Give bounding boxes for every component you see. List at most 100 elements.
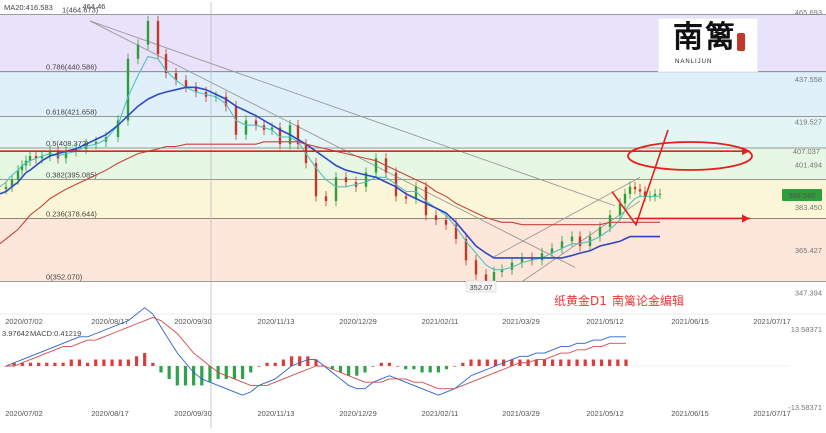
macd-x-tick-label-7: 2021/05/12 [586, 409, 624, 418]
trough-label: 352.07 [470, 283, 493, 292]
candle-body-3 [16, 170, 20, 180]
macd-hist-bar-55 [453, 366, 457, 367]
candle-body-49 [434, 215, 438, 220]
candle-body-66 [598, 227, 602, 237]
macd-hist-bar-62 [510, 359, 514, 366]
x-tick-label-8: 2021/06/15 [671, 317, 709, 326]
macd-hist-bar-19 [159, 366, 163, 373]
macd-hist-bar-30 [249, 366, 253, 373]
candle-body-50 [444, 219, 448, 225]
brand-logo: 南 篱 NANLIJUN [658, 18, 758, 72]
macd-hist-bar-16 [134, 356, 139, 366]
macd-hist-bar-46 [379, 362, 383, 366]
candle-body-30 [254, 120, 258, 126]
x-tick-label-4: 2020/12/29 [339, 317, 377, 326]
macd-hist-bar-52 [428, 366, 432, 373]
macd-x-tick-label-9: 2021/07/17 [753, 409, 791, 418]
macd-hist-bar-35 [289, 356, 294, 366]
macd-x-tick-label-2: 2020/09/30 [174, 409, 212, 418]
y-tick-label-2: 419.527 [795, 118, 822, 127]
macd-hist-bar-76 [624, 359, 628, 366]
macd-hist-bar-53 [436, 366, 440, 373]
macd-hist-bar-6 [53, 362, 57, 366]
macd-hist-bar-10 [85, 362, 90, 366]
macd-hist-bar-43 [355, 366, 359, 376]
mark-level-label: 407.037 [793, 147, 820, 156]
macd-x-tick-label-0: 2020/07/02 [5, 409, 43, 418]
macd-hist-bar-45 [371, 366, 375, 367]
fib-label-2: 0.618(421.658) [46, 108, 97, 117]
candle-body-63 [570, 236, 574, 242]
y-tick-label-0: 465.693 [795, 8, 822, 17]
y-tick-label-6: 347.394 [795, 288, 822, 297]
y-tick-label-5: 365.427 [795, 246, 822, 255]
candle-body-19 [146, 20, 150, 45]
macd-hist-bar-20 [167, 366, 171, 379]
macd-hist-bar-32 [265, 362, 269, 366]
logo-seal-icon [737, 33, 745, 51]
x-tick-label-7: 2021/05/12 [586, 317, 624, 326]
y-tick-label-3: 401.494 [795, 160, 822, 169]
macd-hist-bar-29 [240, 366, 245, 379]
candle-body-68 [618, 203, 622, 216]
macd-x-tick-label-3: 2020/11/13 [258, 409, 295, 418]
candle-body-71 [633, 186, 637, 190]
candle-body-53 [474, 260, 478, 275]
macd-hist-bar-58 [477, 359, 481, 366]
macd-hist-bar-57 [469, 359, 473, 366]
macd-hist-bar-7 [61, 362, 65, 366]
candle-body-18 [136, 44, 140, 59]
macd-dea-line [6, 316, 626, 390]
macd-hist-bar-28 [232, 366, 237, 379]
macd-hist-bar-31 [257, 366, 261, 367]
candle-body-55 [492, 272, 496, 282]
macd-hist-bar-13 [110, 359, 114, 366]
macd-hist-bar-5 [45, 362, 49, 366]
last-price-label: 388.560 [788, 191, 815, 200]
macd-hist-bar-73 [599, 359, 604, 366]
macd-hist-bar-44 [363, 366, 367, 373]
candle-body-64 [578, 236, 582, 247]
candle-body-57 [510, 262, 514, 270]
logo-subtitle: NANLIJUN [675, 59, 713, 65]
macd-hist-bar-41 [338, 366, 343, 373]
macd-x-tick-label-8: 2021/06/15 [671, 409, 709, 418]
macd-hist-bar-71 [583, 359, 587, 366]
macd-hist-bar-51 [420, 366, 424, 373]
macd-hist-bar-3 [28, 362, 33, 366]
macd-hist-bar-22 [183, 366, 188, 386]
candle-body-54 [484, 274, 488, 282]
candle-body-1 [4, 186, 8, 190]
logo-glyph-1: 南 [673, 20, 703, 55]
candle-body-39 [334, 177, 338, 202]
macd-hist-bar-11 [94, 359, 98, 366]
macd-hist-bar-70 [575, 359, 579, 366]
macd-hist-bar-66 [542, 359, 547, 366]
candle-body-38 [324, 196, 328, 202]
candle-body-69 [623, 193, 627, 204]
fib-band-2 [0, 116, 826, 149]
macd-hist-bar-12 [102, 359, 106, 366]
candle-body-29 [244, 120, 248, 135]
macd-hist-bar-37 [306, 356, 310, 366]
y-tick-label-4: 383.450 [795, 203, 822, 212]
macd-hist-bar-21 [175, 366, 179, 386]
macd-hist-bar-47 [387, 362, 392, 366]
macd-hist-bar-14 [118, 359, 122, 366]
macd-legend: MACD:0.41219 [30, 329, 81, 338]
y-tick-label-1: 437.558 [795, 75, 822, 84]
macd-x-tick-label-5: 2021/02/11 [422, 409, 459, 418]
fib-label-1: 0.786(440.586) [46, 63, 97, 72]
macd-ytick-top: 13.58371 [791, 325, 822, 334]
x-tick-label-1: 2020/08/17 [91, 317, 129, 326]
macd-hist-bar-50 [412, 366, 416, 370]
macd-hist-bar-36 [298, 356, 302, 366]
macd-hist-bar-4 [37, 362, 41, 366]
x-tick-label-5: 2021/02/11 [422, 317, 459, 326]
candle-body-67 [608, 215, 612, 228]
x-tick-label-6: 2021/03/29 [502, 317, 540, 326]
macd-hist-bar-17 [143, 353, 147, 366]
macd-hist-bar-18 [151, 362, 155, 366]
x-tick-label-3: 2020/11/13 [258, 317, 295, 326]
macd-hist-bar-15 [126, 359, 130, 366]
